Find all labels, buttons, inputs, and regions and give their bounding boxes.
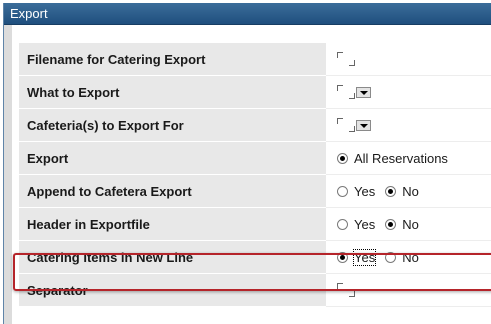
what-to-export-label: What to Export xyxy=(19,76,326,109)
append-yes-radio[interactable] xyxy=(337,185,348,197)
table-row: Export All Reservations xyxy=(19,142,491,175)
filename-field[interactable] xyxy=(337,52,355,66)
table-row: Cafeteria(s) to Export For xyxy=(19,109,491,142)
table-row: What to Export xyxy=(19,76,491,109)
header-yes-radio[interactable] xyxy=(337,218,348,230)
table-row: Header in Exportfile Yes No xyxy=(19,208,491,241)
export-panel-header: Export xyxy=(4,3,491,25)
append-no-radio[interactable] xyxy=(385,185,397,197)
header-label: Header in Exportfile xyxy=(19,208,326,241)
export-option-label: All Reservations xyxy=(354,150,448,166)
chevron-down-icon[interactable] xyxy=(356,119,371,131)
append-yes-label: Yes xyxy=(354,183,376,199)
chevron-down-icon[interactable] xyxy=(356,86,371,98)
append-no-label: No xyxy=(402,183,419,199)
filename-label: Filename for Catering Export xyxy=(19,43,326,76)
export-label: Export xyxy=(19,142,326,175)
what-to-export-select[interactable] xyxy=(337,85,355,99)
append-label: Append to Cafetera Export xyxy=(19,175,326,208)
cafeteria-label: Cafeteria(s) to Export For xyxy=(19,109,326,142)
cafeteria-select[interactable] xyxy=(337,118,355,132)
table-row: Filename for Catering Export xyxy=(19,43,491,76)
header-no-radio[interactable] xyxy=(385,218,397,230)
header-yes-label: Yes xyxy=(354,216,376,232)
header-no-label: No xyxy=(402,216,419,232)
panel-side-strip xyxy=(4,25,12,324)
export-all-reservations-radio[interactable] xyxy=(337,152,348,164)
export-panel: Export Filename for Catering Export What… xyxy=(3,3,491,324)
table-row: Append to Cafetera Export Yes No xyxy=(19,175,491,208)
highlight-box xyxy=(13,253,491,291)
